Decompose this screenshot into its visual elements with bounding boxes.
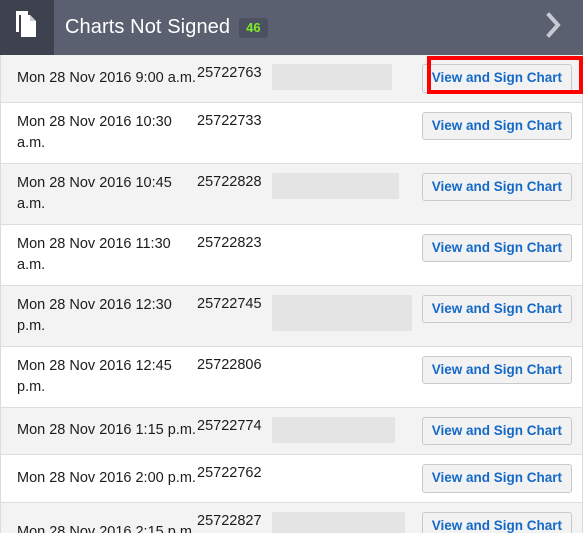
expand-widget-button[interactable] bbox=[525, 0, 583, 55]
row-redacted-cell bbox=[272, 416, 422, 443]
view-and-sign-chart-button[interactable]: View and Sign Chart bbox=[421, 111, 572, 140]
row-datetime: Mon 28 Nov 2016 12:30 p.m. bbox=[17, 296, 172, 334]
row-redacted-cell bbox=[272, 294, 422, 331]
row-chart-id: 25722823 bbox=[197, 234, 262, 251]
view-and-sign-chart-button[interactable]: View and Sign Chart bbox=[421, 172, 572, 202]
view-and-sign-chart-button[interactable]: View and Sign Chart bbox=[421, 464, 572, 493]
row-action-cell: View and Sign Chart bbox=[421, 233, 582, 263]
row-datetime: Mon 28 Nov 2016 12:45 p.m. bbox=[17, 357, 172, 395]
view-and-sign-chart-button[interactable]: View and Sign Chart bbox=[421, 511, 572, 533]
table-row: Mon 28 Nov 2016 11:30 a.m. 25722823 View a… bbox=[1, 224, 582, 286]
row-action-cell: View and Sign Chart bbox=[421, 64, 582, 93]
row-datetime: Mon 28 Nov 2016 10:45 a.m. bbox=[17, 174, 172, 212]
header-icon-panel bbox=[0, 0, 54, 55]
row-action-cell: View and Sign Chart bbox=[421, 294, 582, 324]
widget-header: Charts Not Signed 46 bbox=[0, 0, 583, 55]
row-redacted-cell bbox=[272, 64, 422, 90]
view-and-sign-chart-button[interactable]: View and Sign Chart bbox=[421, 416, 572, 446]
view-and-sign-chart-button[interactable]: View and Sign Chart bbox=[421, 64, 572, 93]
table-row: Mon 28 Nov 2016 1:15 p.m. 25722774 View an… bbox=[1, 407, 582, 456]
row-chart-id: 25722827 bbox=[197, 512, 262, 529]
row-action-cell: View and Sign Chart bbox=[421, 416, 582, 446]
row-chart-id: 25722745 bbox=[197, 295, 262, 312]
row-chart-id: 25722828 bbox=[197, 173, 262, 190]
redacted-content-block bbox=[272, 416, 395, 443]
table-row: Mon 28 Nov 2016 2:00 p.m. 25722762 View an… bbox=[1, 455, 582, 503]
row-action-cell: View and Sign Chart bbox=[421, 464, 582, 493]
table-row: Mon 28 Nov 2016 12:30 p.m. 25722745 View a… bbox=[1, 285, 582, 347]
row-chart-id: 25722733 bbox=[197, 112, 262, 129]
row-action-cell: View and Sign Chart bbox=[421, 511, 582, 533]
charts-not-signed-widget: Charts Not Signed 46 Mon 28 Nov 2016 9:0… bbox=[0, 0, 583, 533]
header-title-group: Charts Not Signed 46 bbox=[54, 0, 525, 55]
row-datetime: Mon 28 Nov 2016 11:30 a.m. bbox=[17, 235, 171, 273]
row-action-cell: View and Sign Chart bbox=[421, 111, 582, 140]
view-and-sign-chart-button[interactable]: View and Sign Chart bbox=[421, 233, 572, 263]
row-action-cell: View and Sign Chart bbox=[421, 172, 582, 202]
table-row: Mon 28 Nov 2016 9:00 a.m. 25722763 View an… bbox=[1, 55, 582, 103]
table-row: Mon 28 Nov 2016 12:45 p.m. 25722806 View a… bbox=[1, 346, 582, 408]
chevron-right-icon bbox=[546, 12, 562, 43]
status-badge: 46 bbox=[239, 17, 268, 38]
documents-copy-icon bbox=[13, 10, 41, 45]
redacted-content-block bbox=[272, 294, 412, 331]
row-datetime: Mon 28 Nov 2016 1:15 p.m. bbox=[17, 422, 196, 439]
table-row: Mon 28 Nov 2016 10:30 a.m. 25722733 View a… bbox=[1, 102, 582, 164]
row-chart-id: 25722762 bbox=[197, 465, 262, 482]
redacted-content-block bbox=[272, 511, 405, 533]
redacted-content-block bbox=[272, 172, 399, 199]
charts-not-signed-list: Mon 28 Nov 2016 9:00 a.m. 25722763 View an… bbox=[0, 55, 583, 533]
view-and-sign-chart-button[interactable]: View and Sign Chart bbox=[421, 294, 572, 324]
row-chart-id: 25722763 bbox=[197, 65, 262, 81]
row-chart-id: 25722774 bbox=[197, 417, 262, 434]
view-and-sign-chart-button[interactable]: View and Sign Chart bbox=[421, 355, 572, 385]
row-action-cell: View and Sign Chart bbox=[421, 355, 582, 385]
page-title: Charts Not Signed bbox=[65, 16, 231, 38]
row-datetime: Mon 28 Nov 2016 10:30 a.m. bbox=[17, 113, 172, 151]
row-datetime: Mon 28 Nov 2016 2:00 p.m. bbox=[17, 469, 196, 486]
table-row: Mon 28 Nov 2016 10:45 a.m. 25722828 View a… bbox=[1, 163, 582, 225]
row-datetime: Mon 28 Nov 2016 9:00 a.m. bbox=[17, 69, 196, 86]
row-redacted-cell bbox=[272, 511, 422, 533]
table-row: Mon 28 Nov 2016 2:15 p.m. 25722827 View an… bbox=[1, 502, 582, 533]
redacted-content-block bbox=[272, 64, 392, 90]
row-datetime: Mon 28 Nov 2016 2:15 p.m. bbox=[17, 524, 196, 533]
row-chart-id: 25722806 bbox=[197, 356, 262, 373]
row-redacted-cell bbox=[272, 172, 422, 199]
